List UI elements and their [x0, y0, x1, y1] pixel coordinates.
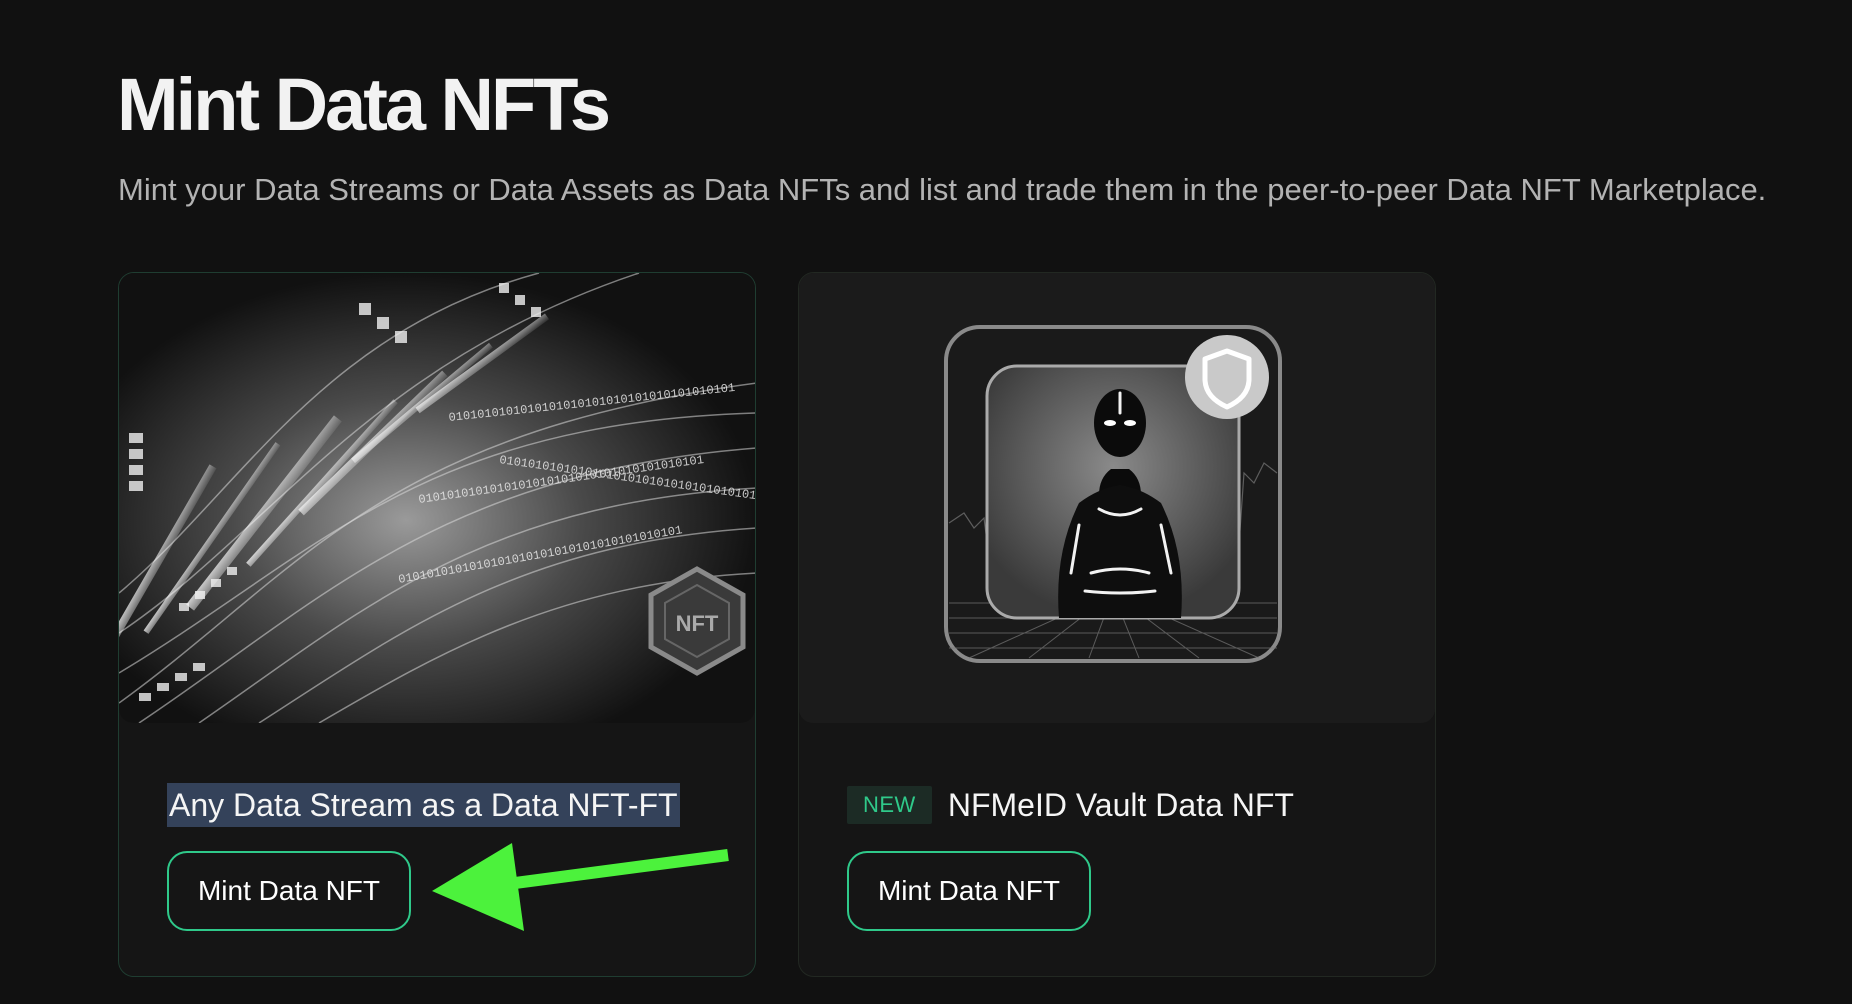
shield-icon [1185, 335, 1269, 419]
data-stream-card: 0101010101010101010101010101010101010101… [118, 272, 756, 977]
nfmeid-vault-card: NEW NFMeID Vault Data NFT Mint Data NFT [798, 272, 1436, 977]
nft-badge-text: NFT [676, 611, 719, 636]
mint-data-nft-button[interactable]: Mint Data NFT [847, 851, 1091, 931]
nft-hexagon-icon: NFT [648, 566, 746, 676]
mint-data-nft-button[interactable]: Mint Data NFT [167, 851, 411, 931]
card-title-row: Any Data Stream as a Data NFT-FT [167, 783, 680, 827]
card-title: NFMeID Vault Data NFT [947, 787, 1294, 823]
new-badge: NEW [847, 786, 932, 824]
card-title: Any Data Stream as a Data NFT-FT [167, 783, 680, 827]
page-subtitle: Mint your Data Streams or Data Assets as… [118, 172, 1767, 207]
card-title-row: NEW NFMeID Vault Data NFT [847, 783, 1294, 827]
data-stream-image: 0101010101010101010101010101010101010101… [119, 273, 755, 723]
nfmeid-vault-image [799, 273, 1435, 723]
page-title: Mint Data NFTs [117, 63, 611, 146]
